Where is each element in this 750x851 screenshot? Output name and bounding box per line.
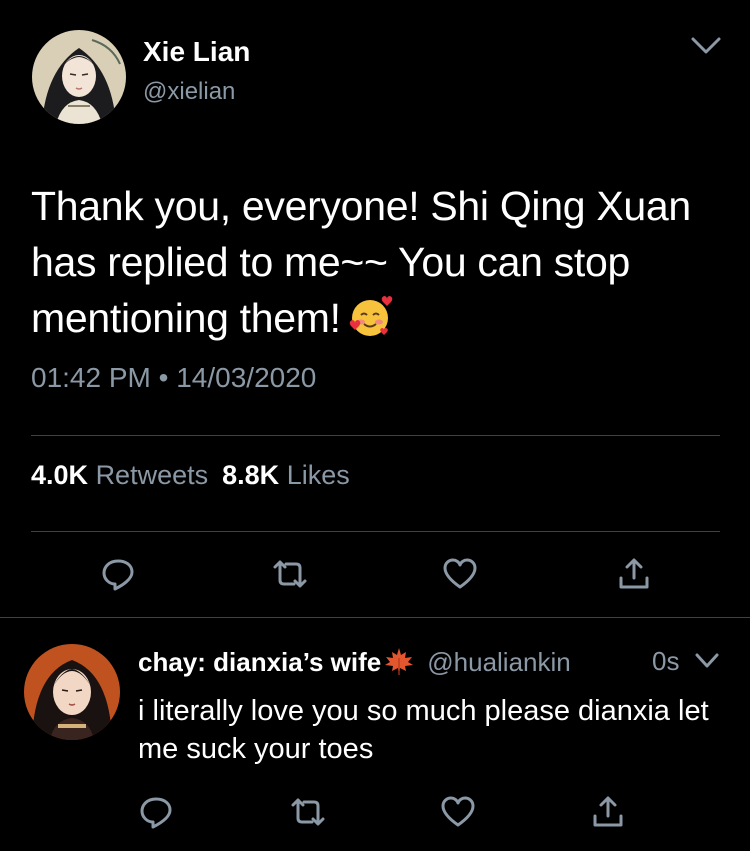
likes-count: 8.8K: [222, 460, 280, 490]
timestamp-separator: •: [158, 362, 169, 393]
tweet-action-bar: [0, 556, 750, 596]
reply-handle[interactable]: @hualiankin: [427, 647, 570, 677]
heart-icon[interactable]: [440, 794, 476, 830]
likes-stat[interactable]: 8.8K Likes: [222, 460, 350, 490]
share-icon[interactable]: [616, 556, 652, 592]
chevron-down-icon[interactable]: [694, 652, 720, 670]
reply-display-name[interactable]: chay: dianxia’s wife: [138, 647, 381, 677]
retweets-stat[interactable]: 4.0K Retweets: [31, 460, 208, 490]
reply-header: chay: dianxia’s wife @hualiankin: [138, 646, 738, 678]
tweet-detail-page: Xie Lian @xielian Thank you, everyone! S…: [0, 0, 750, 851]
maple-leaf-icon: [383, 646, 415, 676]
likes-label: Likes: [286, 460, 350, 490]
retweet-icon[interactable]: [290, 794, 326, 830]
avatar-image: [32, 30, 126, 124]
reply-text: i literally love you so much please dian…: [138, 695, 709, 765]
divider: [31, 531, 720, 532]
divider: [0, 617, 750, 618]
reply-bubble-icon[interactable]: [138, 794, 174, 830]
tweet-time: 01:42 PM: [31, 362, 151, 393]
display-name[interactable]: Xie Lian: [143, 36, 250, 68]
smiling-face-with-hearts-icon: [347, 294, 393, 340]
retweet-icon[interactable]: [272, 556, 308, 592]
tweet-text: Thank you, everyone! Shi Qing Xuan has r…: [31, 178, 721, 346]
main-tweet: Xie Lian @xielian Thank you, everyone! S…: [0, 0, 750, 617]
retweets-count: 4.0K: [31, 460, 89, 490]
heart-icon[interactable]: [442, 556, 478, 592]
avatar-image: [24, 644, 120, 740]
tweet-stats: 4.0K Retweets 8.8K Likes: [31, 460, 350, 491]
tweet-date: 14/03/2020: [176, 362, 317, 393]
divider: [31, 435, 720, 436]
avatar[interactable]: [32, 30, 126, 124]
reply-time: 0s: [652, 646, 680, 676]
reply-bubble-icon[interactable]: [100, 556, 136, 592]
retweets-label: Retweets: [95, 460, 209, 490]
user-handle[interactable]: @xielian: [143, 78, 235, 106]
reply-action-bar: [0, 794, 750, 834]
share-icon[interactable]: [590, 794, 626, 830]
chevron-down-icon[interactable]: [690, 36, 722, 56]
tweet-timestamp[interactable]: 01:42 PM • 14/03/2020: [31, 362, 316, 394]
avatar[interactable]: [24, 644, 120, 740]
